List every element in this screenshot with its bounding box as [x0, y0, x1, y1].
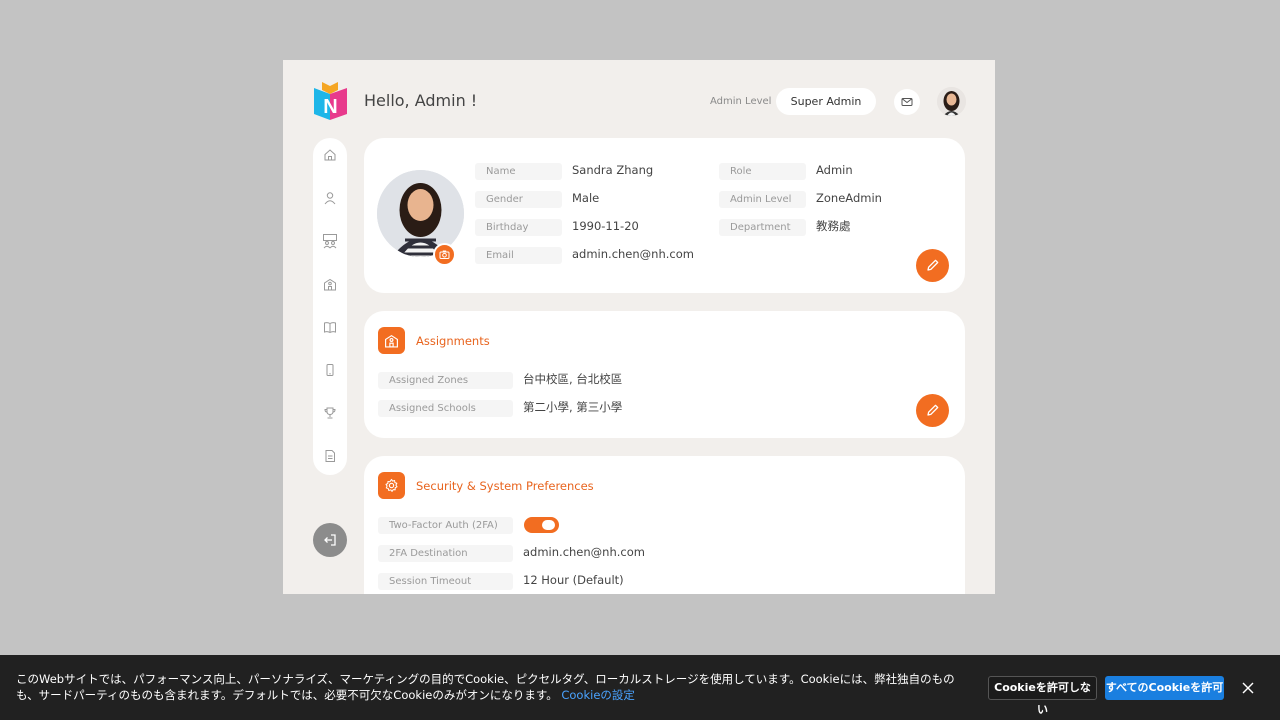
security-icon-box — [378, 472, 405, 499]
name-label: Name — [475, 163, 562, 180]
change-photo-button[interactable] — [433, 243, 456, 266]
user-icon — [324, 192, 336, 205]
edit-profile-button[interactable] — [916, 249, 949, 282]
close-icon[interactable] — [1240, 680, 1256, 696]
admin-level-field-label: Admin Level — [719, 191, 806, 208]
email-value: admin.chen@nh.com — [572, 247, 694, 261]
greeting-title: Hello, Admin ! — [364, 91, 478, 110]
sidebar-item-devices[interactable] — [322, 362, 338, 378]
birthday-value: 1990-11-20 — [572, 219, 639, 233]
app-logo: N — [314, 82, 347, 120]
twofa-label: Two-Factor Auth (2FA) — [378, 517, 513, 534]
department-value: 教務處 — [816, 219, 851, 233]
admin-level-badge[interactable]: Super Admin — [776, 88, 876, 115]
sidebar-item-schools[interactable] — [322, 276, 338, 292]
document-icon — [325, 450, 335, 462]
gender-value: Male — [572, 191, 600, 205]
assignments-title: Assignments — [416, 334, 490, 348]
mail-icon — [901, 98, 913, 106]
birthday-label: Birthday — [475, 219, 562, 236]
assigned-zones-label: Assigned Zones — [378, 372, 513, 389]
role-label: Role — [719, 163, 806, 180]
school-icon — [385, 334, 398, 348]
cookie-message: このWebサイトでは、パフォーマンス向上、パーソナライズ、マーケティングの目的で… — [16, 671, 976, 703]
mail-button[interactable] — [894, 89, 920, 115]
logout-icon — [324, 534, 336, 546]
svg-text:N: N — [323, 96, 337, 118]
security-title: Security & System Preferences — [416, 479, 594, 493]
profile-photo — [377, 170, 464, 257]
mobile-icon — [326, 364, 334, 376]
twofa-destination-value: admin.chen@nh.com — [523, 545, 645, 559]
sidebar-item-reports[interactable] — [322, 448, 338, 464]
toggle-knob — [542, 520, 555, 530]
accept-cookies-button[interactable]: すべてのCookieを許可 — [1105, 676, 1224, 700]
sidebar-item-profile[interactable] — [322, 190, 338, 206]
profile-card: Name Sandra Zhang Gender Male Birthday 1… — [364, 138, 965, 293]
security-card: Security & System Preferences Two-Factor… — [364, 456, 965, 594]
classroom-icon — [323, 234, 337, 249]
cookie-message-text: このWebサイトでは、パフォーマンス向上、パーソナライズ、マーケティングの目的で… — [16, 672, 955, 702]
assignments-card: Assignments Assigned Zones 台中校區, 台北校區 As… — [364, 311, 965, 438]
gender-label: Gender — [475, 191, 562, 208]
reject-cookies-button[interactable]: Cookieを許可しない — [988, 676, 1097, 716]
edit-assignments-button[interactable] — [916, 394, 949, 427]
admin-level-field-value: ZoneAdmin — [816, 191, 882, 205]
department-label: Department — [719, 219, 806, 236]
email-label: Email — [475, 247, 562, 264]
user-avatar[interactable] — [937, 87, 966, 116]
pencil-icon — [927, 259, 939, 271]
twofa-toggle[interactable] — [524, 517, 559, 533]
school-icon — [324, 278, 336, 291]
sidebar-item-classroom[interactable] — [322, 233, 338, 249]
gear-icon — [385, 478, 398, 492]
sidebar-item-home[interactable] — [322, 147, 338, 163]
cookie-settings-link[interactable]: Cookieの設定 — [561, 688, 635, 702]
trophy-icon — [324, 407, 336, 419]
admin-level-label: Admin Level — [710, 96, 772, 107]
home-icon — [324, 149, 336, 161]
sidebar-nav — [313, 138, 347, 475]
sidebar-item-courses[interactable] — [322, 319, 338, 335]
session-timeout-label: Session Timeout — [378, 573, 513, 590]
assigned-schools-value: 第二小學, 第三小學 — [523, 400, 623, 414]
sidebar-item-awards[interactable] — [322, 405, 338, 421]
pencil-icon — [927, 404, 939, 416]
cookie-banner: このWebサイトでは、パフォーマンス向上、パーソナライズ、マーケティングの目的で… — [0, 655, 1280, 720]
assigned-zones-value: 台中校區, 台北校區 — [523, 372, 623, 386]
logout-button[interactable] — [313, 523, 347, 557]
app-window: N Hello, Admin ! Admin Level Super Admin — [283, 60, 995, 594]
book-icon — [324, 322, 336, 334]
assigned-schools-label: Assigned Schools — [378, 400, 513, 417]
role-value: Admin — [816, 163, 853, 177]
name-value: Sandra Zhang — [572, 163, 654, 177]
twofa-destination-label: 2FA Destination — [378, 545, 513, 562]
session-timeout-value[interactable]: 12 Hour (Default) — [523, 572, 624, 589]
assignments-icon-box — [378, 327, 405, 354]
camera-icon — [439, 250, 450, 259]
